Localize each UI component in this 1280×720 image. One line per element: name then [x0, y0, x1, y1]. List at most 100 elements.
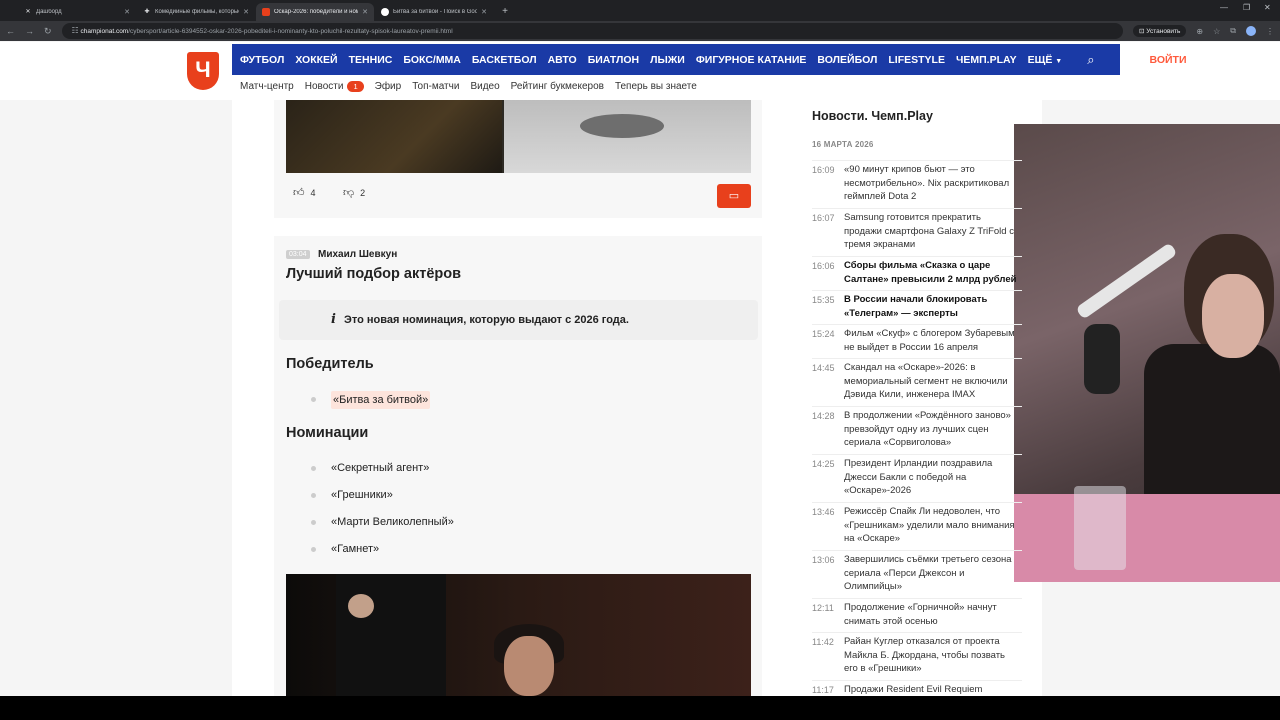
dislike-button[interactable]: 👎︎ 2: [343, 186, 365, 199]
tab-label: Битва за битвой - Поиск в Goo: [393, 9, 478, 15]
chevron-down-icon: ▼: [1055, 57, 1063, 65]
subnav-video[interactable]: Видео: [470, 81, 499, 92]
news-item[interactable]: 11:17 Продажи Resident Evil Requiem: [812, 680, 1022, 696]
news-headline-line: продажи смартфона Galaxy Z TriFold с: [844, 225, 1014, 237]
plus-icon: ✚: [144, 9, 150, 15]
news-time: 11:42: [812, 637, 834, 647]
reload-icon[interactable]: ↻: [44, 26, 52, 37]
news-item[interactable]: 12:11 Продолжение «Горничной» начнут снима…: [812, 598, 1022, 628]
article-image-bottom: [286, 574, 751, 696]
news-headline-line: В продолжении «Рождённого заново»: [844, 410, 1011, 421]
minimize-icon[interactable]: —: [1220, 3, 1228, 12]
subnav-match-center[interactable]: Матч-центр: [240, 81, 294, 92]
maximize-icon[interactable]: ❐: [1243, 3, 1250, 12]
address-bar: ← → ↻ ☷ championat.com/cybersport/articl…: [0, 21, 1280, 41]
news-item[interactable]: 16:09 «90 минут крипов бьют — это несмотри…: [812, 160, 1022, 204]
news-item[interactable]: 14:28 В продолжении «Рождённого заново» пр…: [812, 406, 1022, 450]
championat-logo[interactable]: Ч: [187, 52, 219, 90]
news-headline-line: не выйдет в России 16 апреля: [844, 341, 979, 353]
extensions-icon[interactable]: ⧉: [1230, 26, 1236, 36]
news-headline-line: Джесси Бакли с победой на: [844, 471, 967, 483]
list-bullet: [311, 493, 316, 498]
tab-google[interactable]: Битва за битвой - Поиск в Goo ✕: [375, 3, 493, 21]
url-input[interactable]: ☷ championat.com/cybersport/article-6394…: [61, 23, 1124, 39]
news-item[interactable]: 13:46 Режиссёр Спайк Ли недоволен, что «Гр…: [812, 502, 1022, 546]
tab-comedy[interactable]: ✚ Комедийные фильмы, которые ✕: [137, 3, 255, 21]
news-item[interactable]: 16:06 Сборы фильма «Сказка о царе Салтане»…: [812, 256, 1022, 286]
close-icon[interactable]: ✕: [243, 8, 249, 16]
news-item[interactable]: 16:07 Samsung готовится прекратить продажи…: [812, 208, 1022, 252]
site-info-icon[interactable]: ☷: [72, 26, 79, 35]
sidebar-title[interactable]: Новости. Чемп.Play: [812, 109, 933, 123]
news-item[interactable]: 14:45 Скандал на «Оскаре»-2026: в мемориал…: [812, 358, 1022, 402]
forward-icon[interactable]: →: [25, 26, 34, 36]
install-icon: ⊡: [1139, 28, 1145, 35]
news-headline-line: Сборы фильма «Сказка о царе: [844, 260, 991, 271]
news-headline-line: Samsung готовится прекратить: [844, 212, 981, 223]
news-item[interactable]: 15:35 В России начали блокировать «Телегра…: [812, 290, 1022, 320]
login-button[interactable]: ВОЙТИ: [1150, 54, 1187, 66]
bookmark-star-icon[interactable]: ☆: [1213, 27, 1220, 36]
news-headline-line: «Оскаре»-2026: [844, 485, 912, 496]
nav-more-label: ЕЩЁ: [1027, 53, 1053, 66]
info-text: Это новая номинация, которую выдают с 20…: [344, 314, 629, 326]
winner-link[interactable]: «Битва за битвой»: [331, 391, 431, 409]
news-item[interactable]: 11:42 Райан Куглер отказался от проекта Ма…: [812, 632, 1022, 676]
back-icon[interactable]: ←: [6, 26, 15, 36]
news-headline-line: Скандал на «Оскаре»-2026: в: [844, 362, 976, 373]
url-host: championat.com: [80, 28, 129, 35]
tab-label: Оскар-2026: победители и ном: [274, 9, 359, 15]
nav-boxing[interactable]: БОКС/ММА: [403, 54, 461, 66]
tab-dashboard[interactable]: ✕ Дашборд ✕: [18, 3, 136, 21]
nav-auto[interactable]: АВТО: [548, 54, 577, 66]
author-name[interactable]: Михаил Шевкун: [318, 249, 397, 260]
news-time: 14:28: [812, 411, 835, 421]
install-button[interactable]: ⊡ Установить: [1133, 25, 1187, 37]
subnav-bookmaker-rating[interactable]: Рейтинг букмекеров: [511, 81, 604, 92]
zoom-icon[interactable]: ⊕: [1196, 27, 1203, 36]
news-item[interactable]: 13:06 Завершились съёмки третьего сезона с…: [812, 550, 1022, 594]
tab-oscar[interactable]: Оскар-2026: победители и ном ✕: [256, 3, 374, 21]
news-headline: Сборы фильма «Сказка о царе Салтане» прев…: [844, 257, 1022, 286]
nav-hockey[interactable]: ХОККЕЙ: [295, 54, 337, 66]
nav-figure-skating[interactable]: ФИГУРНОЕ КАТАНИЕ: [696, 54, 807, 66]
news-time: 14:25: [812, 459, 835, 469]
tab-bar: ✕ Дашборд ✕ ✚ Комедийные фильмы, которые…: [0, 0, 1280, 21]
close-icon[interactable]: ✕: [481, 8, 487, 16]
nav-tennis[interactable]: ТЕННИС: [349, 54, 393, 66]
nominee-item: «Гамнет»: [331, 543, 380, 555]
subnav-live[interactable]: Эфир: [375, 81, 402, 92]
news-headline-line: превзойдут одну из лучших сцен: [844, 423, 989, 435]
like-count: 4: [310, 187, 316, 198]
new-tab-icon[interactable]: +: [498, 5, 512, 19]
nav-football[interactable]: ФУТБОЛ: [240, 54, 284, 66]
nav-basketball[interactable]: БАСКЕТБОЛ: [472, 54, 537, 66]
menu-icon[interactable]: ⋮: [1266, 27, 1274, 36]
news-time: 16:06: [812, 261, 835, 271]
nav-volleyball[interactable]: ВОЛЕЙБОЛ: [817, 54, 877, 66]
subnav-news[interactable]: Новости 1: [305, 81, 364, 92]
search-icon[interactable]: ⌕: [1087, 52, 1094, 68]
news-headline-line: тремя экранами: [844, 239, 916, 250]
news-time: 11:17: [812, 685, 834, 695]
subnav-now-you-know[interactable]: Теперь вы знаете: [615, 81, 697, 92]
nav-champ-play[interactable]: ЧЕМП.PLAY: [956, 54, 1017, 66]
news-item[interactable]: 14:25 Президент Ирландии поздравила Джесси…: [812, 454, 1022, 498]
like-button[interactable]: 👍︎ 4: [293, 186, 316, 199]
subnav-top-matches[interactable]: Топ-матчи: [412, 81, 459, 92]
nominee-item: «Марти Великолепный»: [331, 516, 454, 528]
nav-lifestyle[interactable]: LIFESTYLE: [888, 54, 945, 66]
nav-more[interactable]: ЕЩЁ ▼: [1028, 54, 1063, 66]
comment-button[interactable]: ▭: [717, 184, 751, 208]
nav-ski[interactable]: ЛЫЖИ: [650, 54, 685, 66]
window-close-icon[interactable]: ✕: [1264, 3, 1271, 12]
nominee-item: «Грешники»: [331, 489, 393, 501]
news-headline: Завершились съёмки третьего сезона сериал…: [844, 551, 1022, 594]
close-icon[interactable]: ✕: [124, 8, 130, 16]
news-time: 16:09: [812, 165, 835, 175]
news-headline: Фильм «Скуф» с блогером Зубаревым не выйд…: [844, 325, 1022, 354]
news-item[interactable]: 15:24 Фильм «Скуф» с блогером Зубаревым не…: [812, 324, 1022, 354]
nav-biathlon[interactable]: БИАТЛОН: [588, 54, 639, 66]
profile-avatar[interactable]: [1246, 26, 1256, 36]
close-icon[interactable]: ✕: [362, 8, 368, 16]
